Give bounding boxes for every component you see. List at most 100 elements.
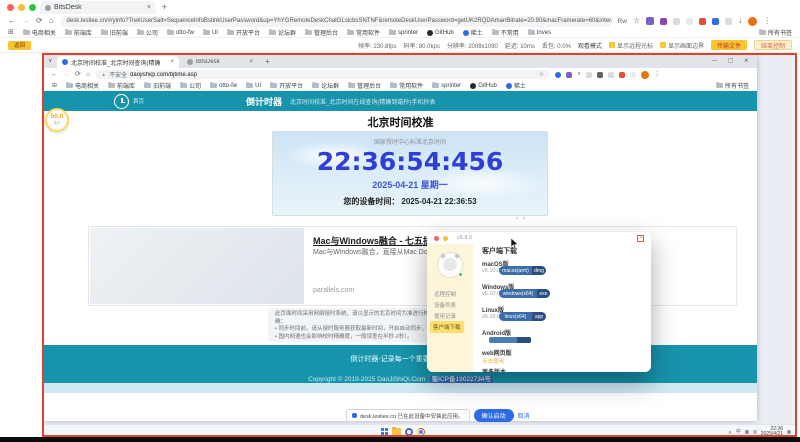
footer-icp-link[interactable]: 蜀ICP备19022734号 xyxy=(430,376,493,383)
bookmark-item[interactable]: 前端库 xyxy=(65,28,92,37)
network-icon[interactable] xyxy=(745,430,749,434)
browser-menu-icon[interactable]: ⋮ xyxy=(763,17,771,25)
bookmark-item[interactable]: 公司 xyxy=(137,28,158,37)
client-download-window[interactable]: v5.9.0 ↗ 远程控制 设备列表 使用记录 客户端下载 客户端下载 macO… xyxy=(427,232,651,372)
forward-icon[interactable]: → xyxy=(63,71,70,78)
nav-home-link[interactable]: 首页 xyxy=(133,97,144,105)
bookmark-item[interactable]: sprinter xyxy=(389,30,418,36)
tab-search-icon[interactable]: ∨ xyxy=(48,58,52,64)
tray-date[interactable]: 2025/4/21 xyxy=(761,432,783,437)
bookmark-item[interactable]: 稀土 xyxy=(463,28,483,37)
profile-avatar[interactable] xyxy=(748,17,757,26)
minimize-window-button[interactable] xyxy=(18,4,25,11)
system-tray[interactable]: ∨ 中 22:36 2025/4/21 xyxy=(728,426,791,437)
profile-avatar[interactable] xyxy=(641,71,649,79)
popup-minimize-button[interactable] xyxy=(443,236,448,241)
window-minimize-icon[interactable]: — xyxy=(712,59,717,64)
windows-x64-button[interactable]: windows(x64) xyxy=(499,289,537,298)
home-icon[interactable]: ⌂ xyxy=(49,17,54,25)
file-explorer-icon[interactable] xyxy=(392,428,401,435)
apps-icon[interactable]: ⊞ xyxy=(52,83,57,89)
windows-download-buttons[interactable]: windows(x64) exe xyxy=(499,289,550,298)
extension-icon[interactable] xyxy=(725,18,732,25)
end-control-button[interactable]: 结束控制 xyxy=(754,40,792,50)
tab-close-icon[interactable]: × xyxy=(249,59,253,65)
bookmark-item[interactable]: 电商相关 xyxy=(66,81,99,90)
browser-menu-icon[interactable]: ⋮ xyxy=(654,71,661,78)
reload-icon[interactable]: ⟳ xyxy=(36,17,43,25)
tab-close-icon[interactable]: × xyxy=(170,59,174,65)
bookmark-item[interactable]: UI xyxy=(246,83,261,89)
transfer-file-button[interactable]: 传输文件 xyxy=(711,40,747,50)
bookmark-item[interactable]: 前端库 xyxy=(108,81,135,90)
caret-icon[interactable]: ∨ xyxy=(577,72,581,77)
bookmark-item[interactable]: GitHub xyxy=(427,30,454,36)
home-icon[interactable]: ⌂ xyxy=(86,71,90,78)
start-button[interactable] xyxy=(381,428,388,435)
bookmark-item[interactable]: 常用软件 xyxy=(347,28,380,37)
browser-tab[interactable]: BitsDesk × xyxy=(40,1,156,14)
address-bar[interactable]: ▲ 不安全 daojishiqi.com/bjtime.asp ☆ xyxy=(95,70,550,80)
extension-icon[interactable] xyxy=(712,18,719,25)
zoom-window-button[interactable] xyxy=(29,4,36,11)
reading-mode-icon[interactable]: Rw xyxy=(618,18,627,25)
carousel-prev-icon[interactable]: ‹ xyxy=(516,216,518,222)
address-bar[interactable]: desk.lesliee.cn/#/yinfo?TrekUserSalt=Seq… xyxy=(60,16,612,27)
all-bookmarks-button[interactable]: 所有书签 xyxy=(716,81,749,90)
session-back-button[interactable]: 返回 xyxy=(8,41,31,50)
back-icon[interactable]: ← xyxy=(51,71,58,78)
checkbox-remote-cursor[interactable]: ✓ 显示远程光标 xyxy=(609,41,653,50)
all-bookmarks-button[interactable]: 所有书签 xyxy=(759,28,792,37)
menu-item-client-download[interactable]: 客户端下载 xyxy=(430,321,464,333)
site-title[interactable]: 倒计时器 xyxy=(246,95,282,108)
volume-icon[interactable] xyxy=(753,430,757,434)
macos-dmg-button[interactable]: dmg xyxy=(532,266,546,275)
linux-x64-button[interactable]: linux(x64) xyxy=(499,312,532,321)
popup-titlebar[interactable]: v5.9.0 ↗ xyxy=(427,232,651,244)
extension-icon[interactable] xyxy=(586,72,592,78)
bookmark-item[interactable]: 公司 xyxy=(180,81,201,90)
forward-icon[interactable]: → xyxy=(22,17,30,25)
bookmark-item[interactable]: otto-fw xyxy=(210,83,237,89)
bookmark-star-icon[interactable]: ☆ xyxy=(539,72,544,78)
cancel-launch-link[interactable]: 取消 xyxy=(518,411,530,420)
bookmark-item[interactable]: 稀土 xyxy=(506,81,526,90)
window-close-icon[interactable]: × xyxy=(744,57,749,65)
bookmark-item[interactable]: 论坛群 xyxy=(269,28,296,37)
tray-language[interactable]: 中 xyxy=(736,428,741,435)
ad-link[interactable]: parallels.com xyxy=(313,287,354,294)
chrome-icon[interactable] xyxy=(417,428,425,436)
extension-icon[interactable] xyxy=(660,18,667,25)
extension-icon[interactable] xyxy=(686,18,693,25)
macos-download-buttons[interactable]: macos(arm) dmg xyxy=(499,266,546,275)
bookmark-item[interactable]: 管理后台 xyxy=(305,28,338,37)
bookmark-item[interactable]: 开放平台 xyxy=(227,28,260,37)
reload-icon[interactable]: ⟳ xyxy=(75,71,81,78)
extensions-puzzle-icon[interactable] xyxy=(566,72,572,78)
bookmark-item[interactable]: 旧前端 xyxy=(144,81,171,90)
bookmark-item[interactable]: 论坛群 xyxy=(312,81,339,90)
extension-icon[interactable] xyxy=(608,72,614,78)
confirm-launch-button[interactable]: 确认启动 xyxy=(474,409,514,422)
tray-chevron-icon[interactable]: ∨ xyxy=(728,429,732,435)
bookmark-item[interactable]: otto-fw xyxy=(167,30,194,36)
windows-exe-button[interactable]: exe xyxy=(537,289,550,298)
linux-download-buttons[interactable]: linux(x64) app xyxy=(499,312,546,321)
bookmark-item[interactable]: GitHub xyxy=(470,83,497,89)
open-external-button[interactable]: ↗ xyxy=(637,235,644,242)
bookmark-item[interactable]: 旧前端 xyxy=(101,28,128,37)
bookmark-item[interactable]: UI xyxy=(203,30,218,36)
extensions-puzzle-icon[interactable] xyxy=(646,17,654,25)
bookmark-item[interactable]: Inves xyxy=(528,30,551,36)
extension-icon[interactable] xyxy=(630,72,636,78)
extension-icon[interactable] xyxy=(619,72,625,78)
view-mode-label[interactable]: 观看模式 xyxy=(578,41,602,50)
back-icon[interactable]: ← xyxy=(8,17,16,25)
bookmark-star-icon[interactable]: ☆ xyxy=(633,17,640,25)
remote-desktop[interactable]: ∨ 北京时间校准_北京时间查询(精确 × BitsDesk × + — ▢ × … xyxy=(42,53,797,437)
macos-arm-button[interactable]: macos(arm) xyxy=(499,266,532,275)
remote-app-icon[interactable] xyxy=(405,428,413,436)
remote-active-tab[interactable]: 北京时间校准_北京时间查询(精确 × xyxy=(57,56,179,68)
web-version-link[interactable]: 点击使用 xyxy=(482,357,504,365)
extension-icon[interactable] xyxy=(555,72,561,78)
